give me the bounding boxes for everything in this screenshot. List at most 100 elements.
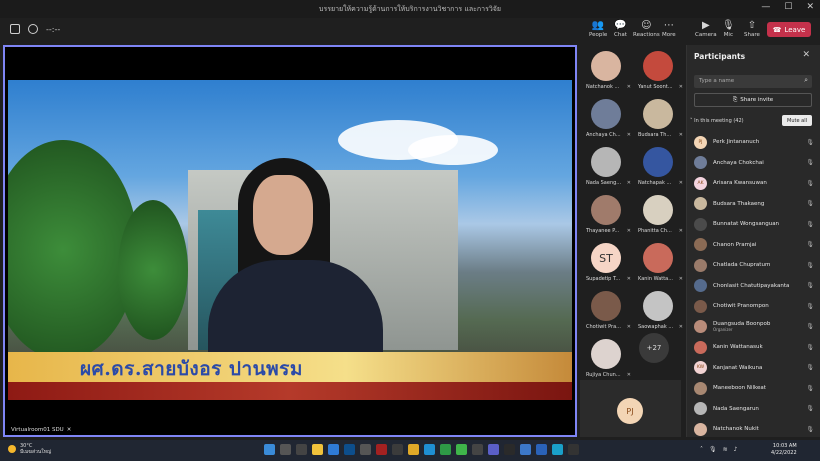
gallery-tile[interactable]: Budsara Th... ✕: [632, 95, 684, 143]
panel-title: Participants: [694, 52, 746, 61]
app-icon[interactable]: [536, 444, 547, 455]
mic-off-icon[interactable]: 🎙: [709, 446, 717, 453]
gallery-tile[interactable]: Phanitta Ch... ✕: [632, 191, 684, 239]
participant-row[interactable]: AK Arisara Kwansuwan 🎙: [694, 173, 814, 193]
participant-row[interactable]: Chanon Pramjai 🎙: [694, 235, 814, 255]
gallery-tile[interactable]: Natchapak ... ✕: [632, 143, 684, 191]
participant-row[interactable]: Duangsuda Boonpob Organizer 🎙: [694, 317, 814, 337]
start-icon[interactable]: [264, 444, 275, 455]
gallery-tile[interactable]: Saowaphak ... ✕: [632, 287, 684, 335]
participant-row[interactable]: Nada Saengarun 🎙: [694, 399, 814, 419]
participant-row[interactable]: Anchaya Chokchai 🎙: [694, 153, 814, 173]
mic-off-icon: 🎙: [806, 179, 814, 187]
participant-row[interactable]: Natchanok Nukit 🎙: [694, 419, 814, 439]
camera-button[interactable]: ▶ Camera: [695, 20, 717, 38]
search-icon[interactable]: [280, 444, 291, 455]
gallery-tile[interactable]: Chotiwit Pra... ✕: [580, 287, 632, 335]
gallery-tile[interactable]: Natchanok ... ✕: [580, 47, 632, 95]
mic-off-icon: ✕: [626, 324, 631, 330]
participant-name-wrap: Perk Jintananuch: [713, 139, 806, 145]
participant-avatar: [694, 340, 707, 354]
people-button[interactable]: 👥 People: [589, 20, 607, 38]
system-clock[interactable]: 10:03 AM 4/22/2022: [771, 443, 797, 457]
app-icon[interactable]: [392, 444, 403, 455]
line-icon[interactable]: [456, 444, 467, 455]
share-invite-button[interactable]: ⎘ Share invite: [694, 93, 812, 107]
app-icon[interactable]: [440, 444, 451, 455]
participant-name-wrap: Maneeboon Nilkeat: [713, 385, 806, 391]
participant-row[interactable]: PJ Perk Jintananuch 🎙: [694, 132, 814, 152]
chevron-up-icon[interactable]: ˄: [700, 446, 703, 453]
app-icon[interactable]: [360, 444, 371, 455]
stage-participant-name: Virtualroom01 SDU: [11, 427, 64, 433]
gallery-avatar: ST: [591, 243, 621, 273]
participant-avatar: [694, 279, 707, 292]
teams-icon[interactable]: [488, 444, 499, 455]
edge-icon[interactable]: [424, 444, 435, 455]
presenter-video: ผศ.ดร.สายบังอร ปานพรม: [8, 80, 572, 400]
more-button[interactable]: ⋯ More: [662, 20, 676, 38]
participant-name: Perk Jintananuch: [713, 139, 760, 145]
task-view-icon[interactable]: [296, 444, 307, 455]
participant-row[interactable]: Chotiwit Pranompon 🎙: [694, 296, 814, 316]
participant-name: Maneeboon Nilkeat: [713, 385, 766, 391]
participant-row[interactable]: Chonlasit Chatutipayakanta 🎙: [694, 276, 814, 296]
mic-button[interactable]: 🎙 Mic: [722, 20, 735, 38]
minimize-icon[interactable]: —: [761, 2, 770, 12]
photoshop-icon[interactable]: [344, 444, 355, 455]
store-icon[interactable]: [328, 444, 339, 455]
more-participants-bubble[interactable]: +27: [639, 333, 669, 363]
participant-avatar: [694, 238, 707, 251]
gallery-tile[interactable]: ST Supadetip T... ✕: [580, 239, 632, 287]
gallery-avatar: [591, 291, 621, 321]
gallery-name: Saowaphak ...: [638, 324, 674, 330]
share-button[interactable]: ⇧ Share: [744, 20, 760, 38]
share-invite-label: Share invite: [740, 97, 774, 103]
mic-label: Mic: [723, 32, 733, 38]
reactions-button[interactable]: ☺ Reactions: [633, 20, 660, 38]
mic-off-icon: 🎙: [806, 343, 814, 351]
participant-row[interactable]: KW Kanjanat Waikuna 🎙: [694, 358, 814, 378]
gallery-name: Natchanok ...: [586, 84, 620, 90]
app-icon[interactable]: [568, 444, 579, 455]
chat-button[interactable]: 💬 Chat: [614, 20, 627, 38]
gallery-tile[interactable]: Yanut Soont... ✕: [632, 47, 684, 95]
more-label: More: [662, 32, 676, 38]
leave-label: Leave: [784, 25, 806, 34]
mic-off-icon: ✕: [626, 180, 631, 186]
gallery-tile[interactable]: Nada Saeng... ✕: [580, 143, 632, 191]
gallery-name: Phanitta Ch...: [638, 228, 672, 234]
illustrator-icon[interactable]: [376, 444, 387, 455]
participant-row[interactable]: Chatlada Chupratum 🎙: [694, 255, 814, 275]
participant-row[interactable]: Budsara Thakaeng 🎙: [694, 194, 814, 214]
mute-all-button[interactable]: Mute all: [782, 115, 812, 126]
app-icon[interactable]: [472, 444, 483, 455]
in-meeting-header[interactable]: ˅ In this meeting (42): [690, 118, 744, 124]
participant-row[interactable]: Maneeboon Nilkeat 🎙: [694, 378, 814, 398]
participant-row[interactable]: Bunnatat Wongsanguan 🎙: [694, 214, 814, 234]
close-window-icon[interactable]: ✕: [806, 2, 814, 12]
maximize-icon[interactable]: ☐: [784, 2, 792, 12]
meeting-timer: --:--: [46, 24, 61, 34]
participant-name-wrap: Kanjanat Waikuna: [713, 365, 806, 371]
participant-row[interactable]: Kanin Wattanasuk 🎙: [694, 337, 814, 357]
weather-widget[interactable]: 30°C มีเมฆส่วนใหญ่: [8, 443, 51, 455]
gallery-avatar: [643, 51, 673, 81]
gallery-tile[interactable]: Thayanee P... ✕: [580, 191, 632, 239]
participant-name: Bunnatat Wongsanguan: [713, 221, 780, 227]
gallery-avatar: [591, 147, 621, 177]
volume-icon[interactable]: ♪: [734, 446, 738, 453]
chrome-icon[interactable]: [408, 444, 419, 455]
app-icon[interactable]: [504, 444, 515, 455]
gallery-tile[interactable]: Anchaya Ch... ✕: [580, 95, 632, 143]
close-icon[interactable]: ✕: [802, 50, 810, 60]
gallery-tile[interactable]: Kanin Watta... ✕: [632, 239, 684, 287]
file-explorer-icon[interactable]: [312, 444, 323, 455]
gallery-tile[interactable]: Rujiya Chun... ✕: [580, 335, 632, 383]
leave-button[interactable]: ☎ Leave: [767, 22, 811, 37]
mic-off-icon: 🎙: [806, 159, 814, 166]
wifi-icon[interactable]: ≋: [723, 446, 728, 453]
participant-search-input[interactable]: Type a name ⌕: [694, 75, 812, 88]
app-icon[interactable]: [552, 444, 563, 455]
app-icon[interactable]: [520, 444, 531, 455]
